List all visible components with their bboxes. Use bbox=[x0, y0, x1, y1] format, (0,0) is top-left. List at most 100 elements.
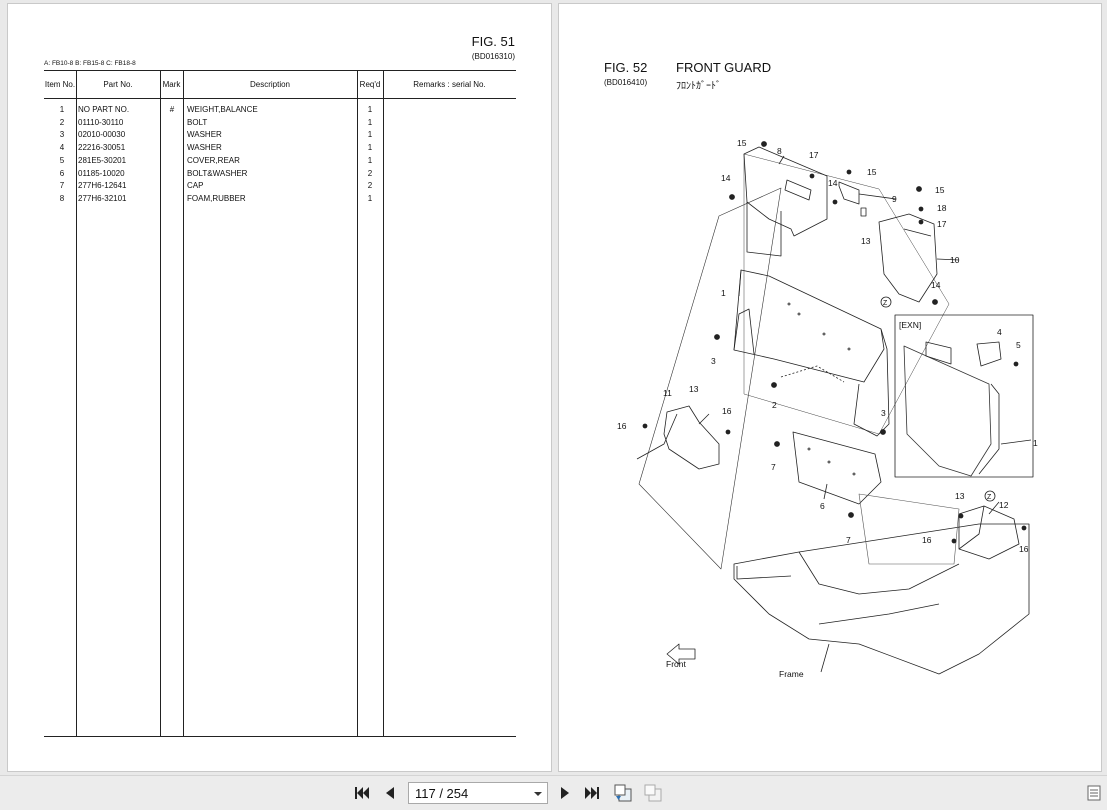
last-page-icon bbox=[585, 787, 599, 799]
guard-part-8-bracket bbox=[784, 179, 812, 201]
next-page-icon bbox=[561, 787, 569, 799]
viewer-toolbar: 117 / 254 bbox=[0, 775, 1107, 810]
callout-2: 2 bbox=[772, 400, 777, 410]
step-plate bbox=[736, 566, 792, 580]
bolt-icon bbox=[714, 334, 720, 340]
quantity: 1 bbox=[367, 143, 373, 153]
side-cover-part-11-edge bbox=[636, 413, 678, 460]
item-no: 2 bbox=[59, 117, 65, 127]
callout-5: 5 bbox=[1016, 340, 1021, 350]
bolt-icon bbox=[771, 382, 777, 388]
callout-14: 14 bbox=[721, 173, 731, 183]
col-header-item: Item No. bbox=[44, 80, 76, 89]
quantity: 1 bbox=[367, 155, 373, 165]
callout-18: 18 bbox=[937, 203, 947, 213]
description: WEIGHT,BALANCE bbox=[187, 105, 258, 114]
first-page-button[interactable] bbox=[352, 784, 372, 802]
part-no: 277H6-32101 bbox=[78, 193, 127, 203]
callout-9: 9 bbox=[892, 194, 897, 204]
truck-frame-cross-member bbox=[798, 551, 960, 595]
bolt-hole bbox=[847, 347, 851, 351]
page-indicator: 117 / 254 bbox=[415, 786, 469, 801]
leader-line bbox=[1000, 439, 1032, 445]
bolt-icon bbox=[832, 199, 838, 205]
truck-frame bbox=[733, 523, 1030, 675]
col-header-remarks: Remarks : serial No. bbox=[413, 80, 486, 89]
callout-14b: 14 bbox=[828, 178, 838, 188]
exn-cover-part-5 bbox=[976, 341, 1002, 367]
callout-3b: 3 bbox=[881, 408, 886, 418]
side-cover-part-11 bbox=[663, 405, 720, 470]
bolt-icon bbox=[809, 173, 815, 179]
callout-12: 12 bbox=[999, 500, 1009, 510]
quantity: 1 bbox=[367, 117, 373, 127]
bolt-hole bbox=[797, 312, 801, 316]
frame-leader bbox=[820, 643, 830, 673]
table-row: 1 NO PART NO. # WEIGHT,BALANCE 1 bbox=[44, 105, 516, 118]
callout-7: 7 bbox=[771, 462, 776, 472]
bolt-hole bbox=[787, 302, 791, 306]
exn-weight-side bbox=[978, 383, 1000, 475]
description: BOLT&WASHER bbox=[187, 168, 248, 178]
first-page-icon bbox=[355, 787, 369, 799]
clip-part-13 bbox=[860, 207, 867, 217]
zone-label: Z bbox=[883, 300, 888, 307]
bolt-icon bbox=[916, 186, 922, 192]
bolt-icon bbox=[729, 194, 735, 200]
part-no: 281E5-30201 bbox=[78, 155, 127, 165]
parts-table: Item No. Part No. Mark Description Req'd… bbox=[44, 70, 516, 737]
callout-4: 4 bbox=[997, 327, 1002, 337]
facing-pages-view-icon bbox=[644, 784, 662, 802]
col-header-mark: Mark bbox=[162, 80, 181, 89]
bolt-hole bbox=[807, 447, 811, 451]
table-row: 4 22216-30051 WASHER 1 bbox=[44, 143, 516, 156]
right-page: FIG. 52 FRONT GUARD (BD016410) ﾌﾛﾝﾄｶﾞｰﾄﾞ bbox=[558, 3, 1102, 772]
quantity: 1 bbox=[367, 105, 373, 114]
table-row: 7 277H6-12641 CAP 2 bbox=[44, 181, 516, 194]
callout-15b: 15 bbox=[867, 167, 877, 177]
truck-frame-rail bbox=[818, 603, 940, 625]
dropdown-caret-icon bbox=[534, 792, 542, 796]
item-no: 4 bbox=[59, 143, 65, 153]
mark: # bbox=[169, 105, 175, 114]
callout-8: 8 bbox=[777, 146, 782, 156]
frame-label: Frame bbox=[779, 669, 804, 679]
facing-pages-view-button[interactable] bbox=[643, 784, 663, 802]
item-no: 3 bbox=[59, 130, 65, 140]
menu-icon bbox=[1087, 785, 1101, 801]
col-header-part: Part No. bbox=[103, 80, 133, 89]
bolt-icon bbox=[880, 429, 886, 435]
exn-weight-outline bbox=[903, 345, 992, 477]
guard-part-8 bbox=[743, 146, 828, 237]
callout-15c: 15 bbox=[935, 185, 945, 195]
description: CAP bbox=[187, 181, 204, 191]
callout-11: 11 bbox=[663, 388, 672, 398]
next-page-button[interactable] bbox=[555, 784, 575, 802]
callout-7b: 7 bbox=[846, 535, 851, 545]
menu-button[interactable] bbox=[1084, 784, 1104, 802]
bolt-icon bbox=[1013, 361, 1019, 367]
leader-line bbox=[858, 193, 897, 200]
item-no: 7 bbox=[59, 181, 65, 191]
bolt-icon bbox=[846, 169, 852, 175]
single-page-view-icon bbox=[614, 784, 632, 802]
single-page-view-button[interactable] bbox=[613, 784, 633, 802]
callout-14c: 14 bbox=[931, 280, 941, 290]
previous-page-icon bbox=[386, 787, 394, 799]
callout-17: 17 bbox=[809, 150, 819, 160]
leader-line bbox=[698, 413, 710, 425]
page-selector[interactable]: 117 / 254 bbox=[408, 782, 548, 804]
weight-part-1 bbox=[733, 269, 885, 383]
part-no: 277H6-12641 bbox=[78, 181, 127, 191]
bolt-icon bbox=[932, 299, 938, 305]
front-guard-exploded-diagram: 1 1 2 3 3 4 5 6 7 7 8 9 10 11 12 13 13 1… bbox=[617, 138, 1038, 679]
last-page-button[interactable] bbox=[582, 784, 602, 802]
bolt-hole bbox=[827, 460, 831, 464]
bolt-icon bbox=[918, 206, 924, 212]
part-no: 01185-10020 bbox=[78, 168, 125, 178]
bolt-icon bbox=[951, 538, 957, 544]
bolt-hole bbox=[852, 472, 856, 476]
previous-page-button[interactable] bbox=[380, 784, 400, 802]
part-no: NO PART NO. bbox=[78, 105, 130, 114]
col-header-description: Description bbox=[249, 80, 290, 89]
